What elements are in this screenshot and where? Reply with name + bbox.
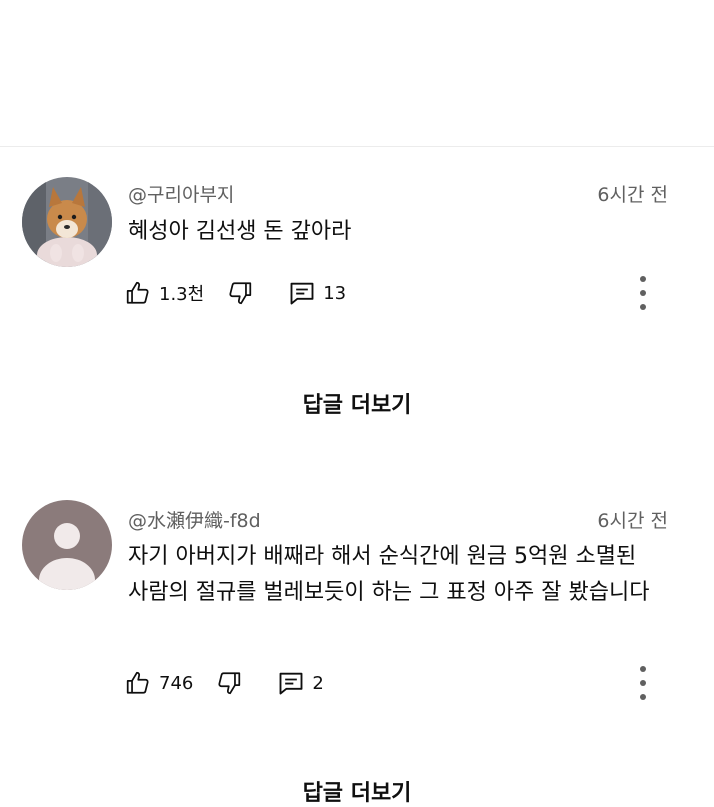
- thumbs-down-icon[interactable]: [226, 279, 254, 307]
- comment-author[interactable]: @구리아부지: [128, 180, 234, 207]
- thumbs-up-icon[interactable]: [124, 669, 152, 697]
- reply-bubble-icon[interactable]: [288, 279, 316, 307]
- comment-text: 혜성아 김선생 돈 갚아라: [128, 219, 352, 244]
- shiba-dog-photo: [22, 177, 112, 267]
- avatar[interactable]: [22, 500, 112, 590]
- like-count: 1.3천: [159, 284, 205, 305]
- thumbs-down-icon[interactable]: [215, 669, 243, 697]
- default-avatar: [22, 500, 112, 590]
- more-vertical-icon[interactable]: [634, 276, 652, 310]
- comment-actions: 1.3천 13: [124, 278, 346, 308]
- section-divider: [0, 146, 714, 147]
- avatar[interactable]: [22, 177, 112, 267]
- comment-text: 자기 아버지가 배째라 해서 순식간에 원금 5억원 소멸된 사람의 절규를 벌…: [128, 544, 650, 605]
- more-replies-button[interactable]: 답글 더보기: [0, 387, 714, 419]
- thumbs-up-icon[interactable]: [124, 279, 152, 307]
- like-count: 746: [159, 672, 194, 694]
- reply-count: 13: [323, 282, 347, 304]
- comment-time: 6시간 전: [597, 510, 668, 532]
- comment-author[interactable]: @水瀬伊織-f8d: [128, 506, 261, 533]
- reply-bubble-icon[interactable]: [277, 669, 305, 697]
- reply-count: 2: [312, 672, 324, 694]
- more-replies-button[interactable]: 답글 더보기: [0, 775, 714, 807]
- comment-time: 6시간 전: [597, 184, 668, 206]
- comment-actions: 746 2: [124, 668, 324, 698]
- more-vertical-icon[interactable]: [634, 666, 652, 700]
